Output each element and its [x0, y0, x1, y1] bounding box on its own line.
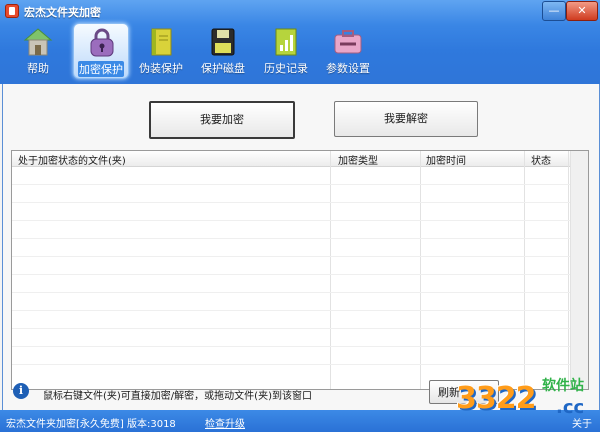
table-row-line [12, 256, 570, 257]
info-icon: i [13, 383, 29, 399]
product-version-text: 宏杰文件夹加密[永久免费] 版本:3018 [6, 419, 176, 430]
toolbar-settings[interactable]: 参数设置 [320, 23, 376, 79]
table-header: 处于加密状态的文件(夹) 加密类型 加密时间 状态 [12, 151, 588, 167]
site-watermark: 3322 软件站 .cc [456, 373, 596, 421]
toolbar-history[interactable]: 历史记录 [258, 23, 314, 79]
toolbar-disguise-protect[interactable]: 伪装保护 [133, 23, 189, 79]
app-window: 宏杰文件夹加密 — ✕ 帮助 加密保护 伪装保护 保护磁盘 历史记录 参数设置 … [0, 0, 600, 432]
history-icon [275, 28, 297, 56]
toolbar-help[interactable]: 帮助 [10, 23, 66, 79]
toolbar-protect-disk-label: 保护磁盘 [201, 62, 245, 75]
app-lock-icon [5, 4, 19, 18]
table-row-line [12, 184, 570, 185]
encrypt-button[interactable]: 我要加密 [149, 101, 295, 139]
column-header-type[interactable]: 加密类型 [338, 152, 378, 167]
main-panel: 我要加密 我要解密 处于加密状态的文件(夹) 加密类型 加密时间 状态 i 鼠标… [2, 84, 600, 410]
toolbar-help-label: 帮助 [27, 62, 49, 75]
toolbar-history-label: 历史记录 [264, 62, 308, 75]
column-header-status[interactable]: 状态 [531, 152, 551, 167]
disk-icon [211, 28, 235, 56]
toolbar-disguise-protect-label: 伪装保护 [139, 62, 183, 75]
title-bar[interactable]: 宏杰文件夹加密 — ✕ [0, 0, 600, 22]
table-row-line [12, 292, 570, 293]
toolbar-encrypt-protect[interactable]: 加密保护 [73, 23, 129, 79]
table-row-line [12, 238, 570, 239]
book-icon [151, 28, 172, 56]
house-icon [23, 28, 53, 56]
table-row-line [12, 202, 570, 203]
column-header-file[interactable]: 处于加密状态的文件(夹) [18, 152, 126, 167]
hint-text: 鼠标右键文件(夹)可直接加密/解密，或拖动文件(夹)到该窗口 [43, 391, 312, 402]
column-header-time[interactable]: 加密时间 [426, 152, 466, 167]
column-divider[interactable] [420, 151, 421, 389]
toolbar-encrypt-protect-label: 加密保护 [78, 61, 124, 77]
table-row-line [12, 328, 570, 329]
decrypt-button[interactable]: 我要解密 [334, 101, 478, 137]
toolbox-icon [334, 30, 362, 54]
table-row-line [12, 220, 570, 221]
table-row-line [12, 310, 570, 311]
table-row-line [12, 346, 570, 347]
column-divider[interactable] [568, 151, 569, 389]
column-divider[interactable] [524, 151, 525, 389]
table-scrollbar[interactable] [570, 151, 588, 389]
watermark-domain: .cc [556, 397, 585, 418]
close-button[interactable]: ✕ [566, 1, 598, 21]
check-update-link[interactable]: 检查升级 [205, 415, 245, 430]
toolbar-protect-disk[interactable]: 保护磁盘 [195, 23, 251, 79]
table-row-line [12, 274, 570, 275]
watermark-site: 软件站 [542, 378, 584, 394]
column-divider[interactable] [330, 151, 331, 389]
minimize-button[interactable]: — [542, 1, 566, 21]
encrypted-files-table[interactable]: 处于加密状态的文件(夹) 加密类型 加密时间 状态 [11, 150, 589, 390]
toolbar-settings-label: 参数设置 [326, 62, 370, 75]
window-title: 宏杰文件夹加密 [24, 6, 101, 19]
header-band: 宏杰文件夹加密 — ✕ 帮助 加密保护 伪装保护 保护磁盘 历史记录 参数设置 [0, 0, 600, 84]
watermark-number: 3322 [456, 381, 536, 416]
lock-bag-icon [90, 28, 114, 57]
table-row-line [12, 364, 570, 365]
